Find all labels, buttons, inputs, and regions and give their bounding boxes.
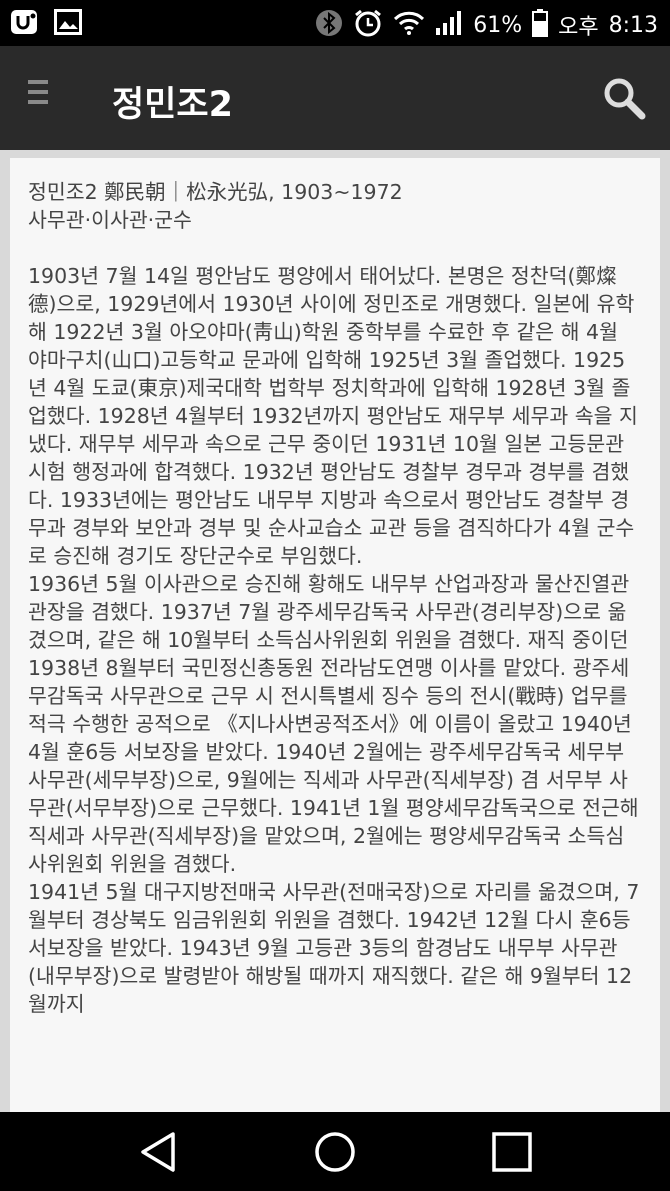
battery-icon: [532, 9, 549, 41]
status-ampm: 오후: [558, 15, 599, 40]
article-paragraph: 1941년 5월 대구지방전매국 사무관(전매국장)으로 자리를 옮겼으며, 7…: [28, 880, 640, 1016]
home-icon[interactable]: [313, 1130, 357, 1174]
article-subheading: 사무관·이사관·군수: [28, 208, 192, 232]
alarm-icon: [353, 8, 383, 42]
article-card[interactable]: 정민조2 鄭民朝｜松永光弘, 1903~1972 사무관·이사관·군수 1903…: [10, 158, 660, 1118]
article-paragraph: 1903년 7월 14일 평안남도 평양에서 태어났다. 본명은 정찬덕(鄭燦德…: [28, 264, 638, 568]
navigation-bar: [0, 1112, 670, 1191]
content-area: 정민조2 鄭民朝｜松永光弘, 1903~1972 사무관·이사관·군수 1903…: [0, 150, 670, 1118]
article-paragraph: 1936년 5월 이사관으로 승진해 황해도 내무부 산업과장과 물산진열관 관…: [28, 572, 639, 876]
bluetooth-icon: [315, 9, 343, 41]
signal-icon: [435, 10, 463, 40]
app-notification-icon: [10, 8, 40, 40]
search-icon[interactable]: [602, 76, 646, 120]
wifi-icon: [393, 10, 425, 40]
status-time: 8:13: [608, 12, 658, 38]
recents-icon[interactable]: [490, 1130, 534, 1174]
app-bar: 정민조2: [0, 46, 670, 150]
article-heading: 정민조2 鄭民朝｜松永光弘, 1903~1972: [28, 180, 403, 204]
page-title: 정민조2: [112, 85, 233, 125]
back-icon[interactable]: [137, 1130, 181, 1174]
status-bar: 61% 오후 8:13: [0, 0, 670, 46]
battery-percent: 61%: [473, 12, 523, 38]
image-notification-icon: [54, 9, 82, 39]
menu-icon[interactable]: [28, 80, 62, 114]
